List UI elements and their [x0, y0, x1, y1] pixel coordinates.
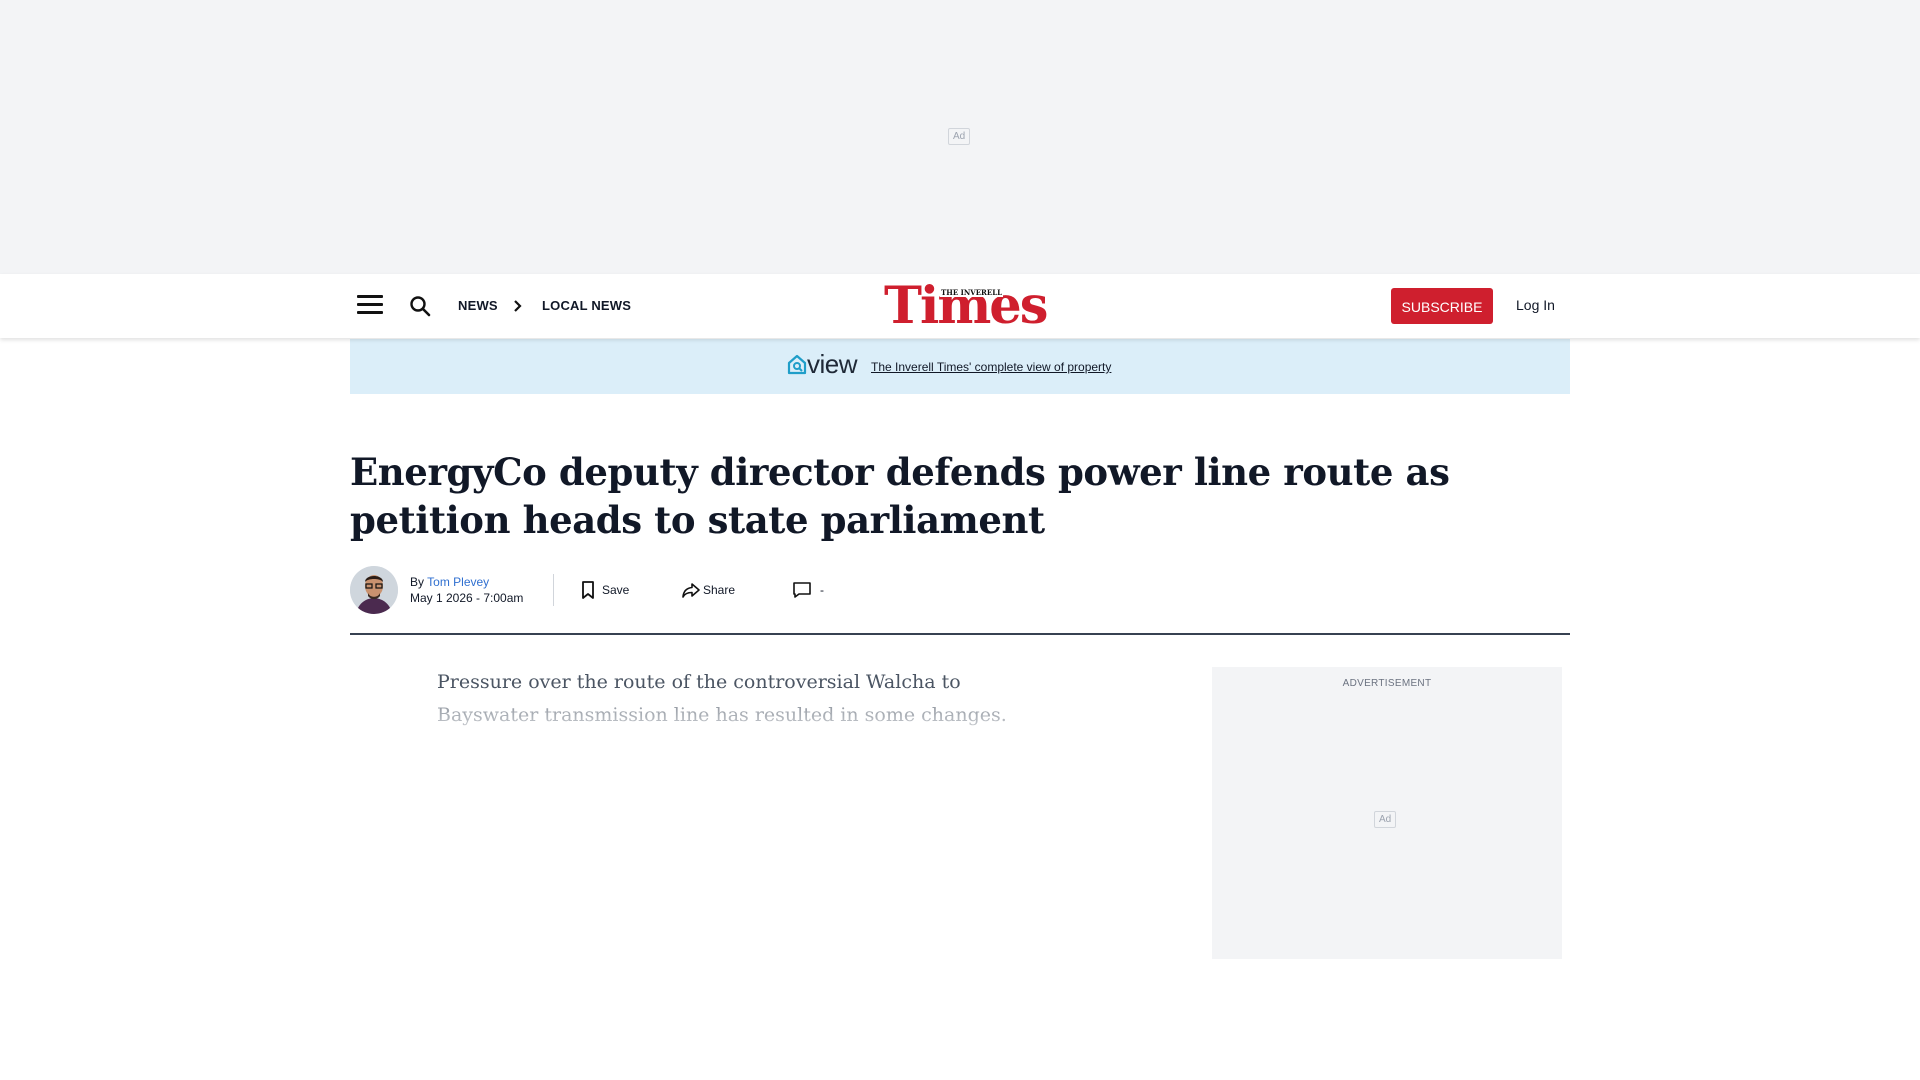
- share-button[interactable]: Share: [681, 580, 761, 600]
- comments-button[interactable]: -: [792, 580, 842, 600]
- house-icon: [787, 354, 807, 375]
- comment-count: -: [820, 583, 824, 597]
- sidebar-advertisement: ADVERTISEMENT Ad: [1212, 667, 1562, 959]
- article-headline: EnergyCo deputy director defends power l…: [350, 450, 1450, 542]
- save-button[interactable]: Save: [580, 580, 660, 600]
- ad-tag: Ad: [948, 128, 971, 145]
- author-avatar[interactable]: [350, 566, 398, 614]
- save-label: Save: [602, 583, 630, 597]
- byline-divider: [553, 574, 554, 606]
- comment-icon: [793, 582, 811, 598]
- logo-superscript: THE INVERELL: [940, 288, 1004, 297]
- property-promo-banner[interactable]: view The Inverell Times' complete view o…: [350, 339, 1570, 394]
- publish-date: May 1 2026 - 7:00am: [410, 591, 524, 605]
- breadcrumb-local-news[interactable]: LOCAL NEWS: [542, 298, 631, 313]
- byline: By Tom Plevey May 1 2026 - 7:00am: [410, 574, 523, 606]
- menu-icon[interactable]: [357, 295, 383, 317]
- site-logo[interactable]: Times THE INVERELL: [884, 278, 1048, 334]
- share-icon: [682, 583, 700, 598]
- logo-wordmark: Times: [884, 276, 1048, 336]
- top-advertisement: Ad: [0, 0, 1920, 274]
- view-logo-text: view: [807, 349, 858, 379]
- byline-prefix: By: [410, 575, 425, 589]
- advertisement-label: ADVERTISEMENT: [1342, 678, 1432, 689]
- breadcrumb-news[interactable]: NEWS: [458, 298, 498, 313]
- promo-link[interactable]: The Inverell Times' complete view of pro…: [871, 360, 1111, 374]
- author-link[interactable]: Tom Plevey: [427, 575, 489, 589]
- search-icon[interactable]: [408, 294, 432, 318]
- view-logo: view: [787, 349, 869, 379]
- site-header: NEWS LOCAL NEWS Times THE INVERELL SUBSC…: [0, 274, 1920, 338]
- header-rule: [350, 633, 1570, 635]
- paywall-fade: [430, 700, 1070, 740]
- ad-tag: Ad: [1374, 811, 1397, 828]
- bookmark-icon: [582, 581, 594, 599]
- chevron-right-icon: [514, 300, 522, 312]
- share-label: Share: [703, 583, 736, 597]
- subscribe-button[interactable]: SUBSCRIBE: [1391, 288, 1493, 324]
- login-link[interactable]: Log In: [1516, 297, 1555, 313]
